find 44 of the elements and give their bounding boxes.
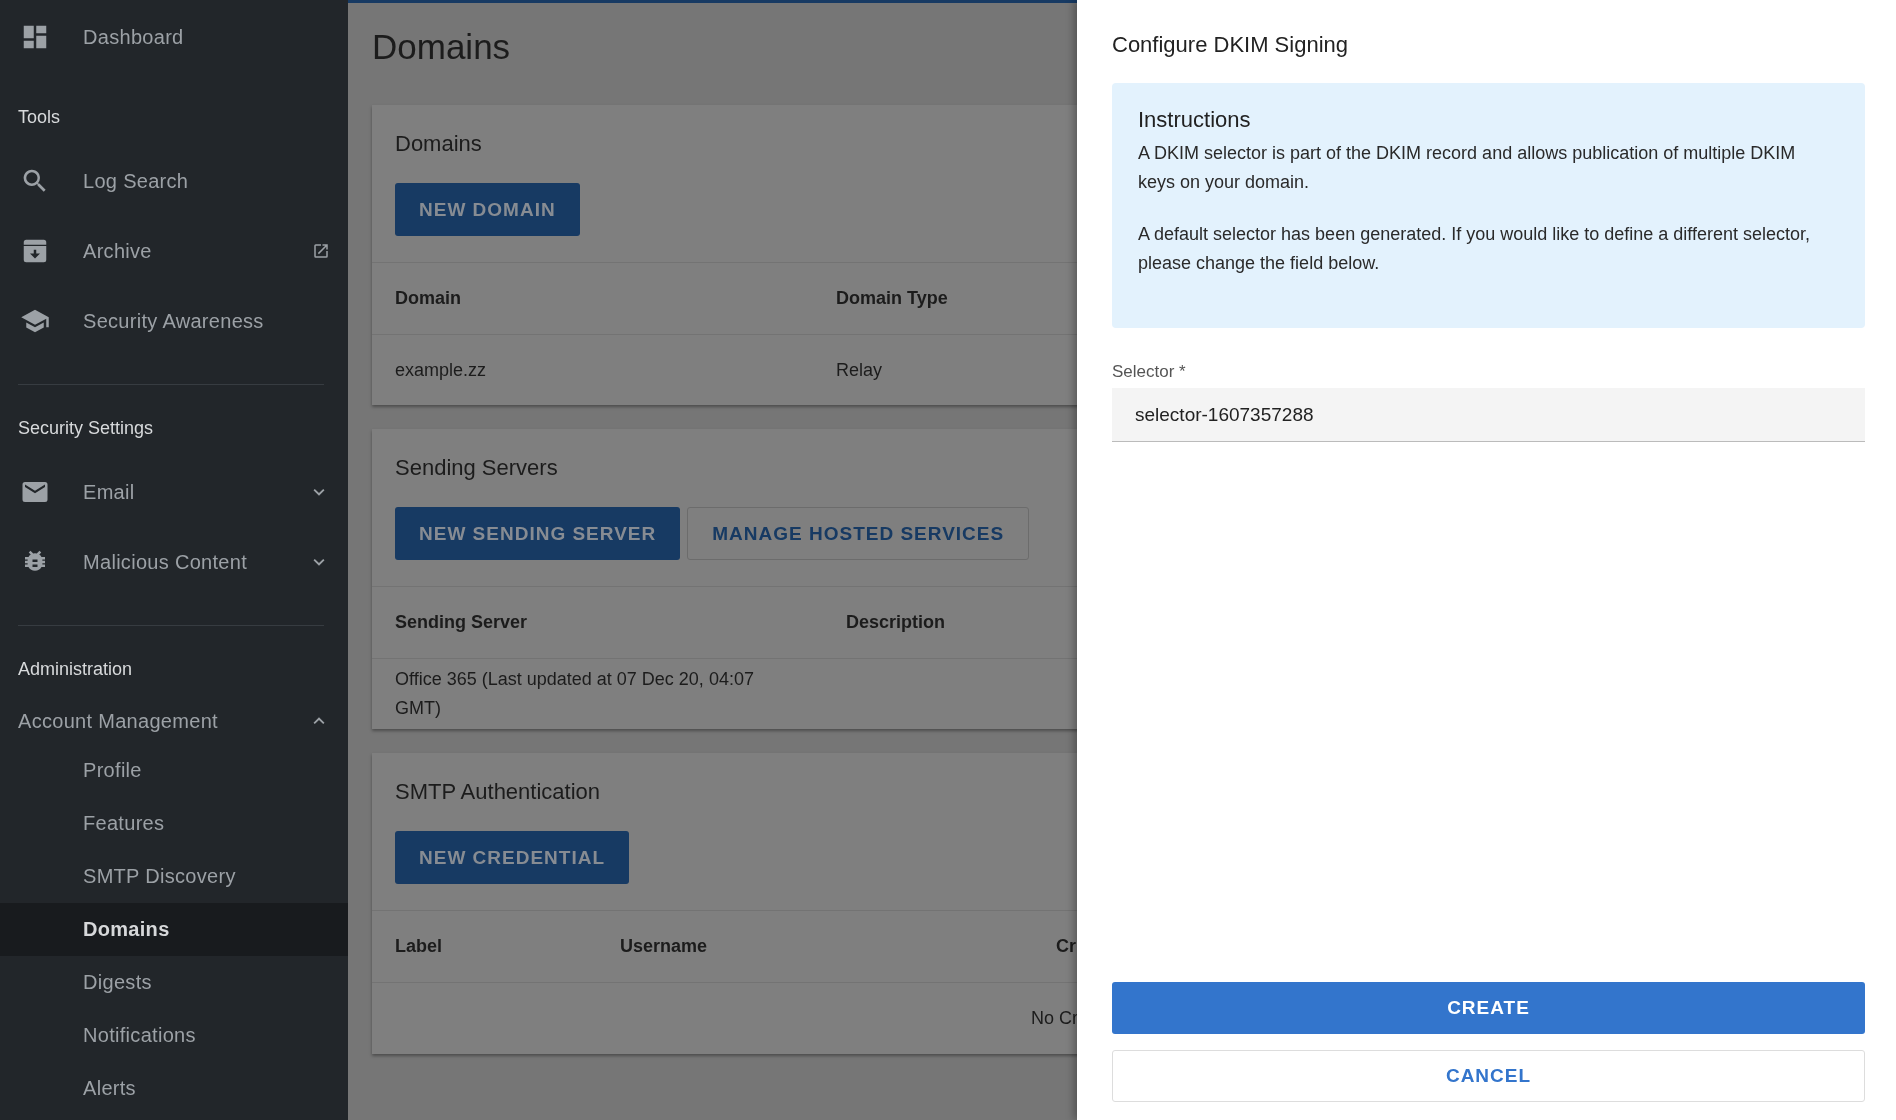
- sidebar-item[interactable]: Malicious Content: [0, 527, 348, 597]
- instructions-text: A DKIM selector is part of the DKIM record and allows publication of multiple DKIM keys on your domain.: [1138, 142, 1797, 194]
- section-heading: Security Settings: [17, 416, 155, 440]
- card-title: Sending Servers: [394, 454, 559, 482]
- column-header: Cr: [1056, 936, 1077, 957]
- column-header: Label: [395, 936, 443, 957]
- empty-message: No Cr: [1031, 1008, 1077, 1029]
- page-title: Domains: [371, 26, 512, 68]
- column-header: Description: [846, 612, 947, 633]
- external-link-icon[interactable]: [312, 242, 330, 260]
- card-title: Domains: [394, 130, 483, 158]
- table-cell-text: example.zz: [395, 358, 488, 382]
- sidebar-subitem[interactable]: Features: [0, 797, 348, 850]
- column-header: Domain Type: [836, 288, 949, 309]
- sidebar-subitem[interactable]: Domains: [0, 903, 348, 956]
- sidebar-item[interactable]: Log Search: [0, 146, 348, 216]
- selector-field[interactable]: selector-1607357288: [1112, 388, 1865, 442]
- sidebar-item[interactable]: Archive: [0, 216, 348, 286]
- sidebar-subitem[interactable]: Digests: [0, 956, 348, 1009]
- column-header: Username: [620, 936, 709, 957]
- field-label: Selector *: [1112, 362, 1187, 382]
- cancel-button[interactable]: CANCEL: [1112, 1050, 1865, 1102]
- sidebar-item[interactable]: Dashboard: [0, 0, 348, 74]
- primary-button[interactable]: NEW CREDENTIAL: [395, 831, 630, 884]
- sidebar-subitem[interactable]: Notifications: [0, 1009, 348, 1062]
- create-button[interactable]: CREATE: [1112, 982, 1865, 1034]
- sidebar-subitem[interactable]: SMTP Discovery: [0, 850, 348, 903]
- sidebar-item[interactable]: Email: [0, 457, 348, 527]
- instructions-text: A default selector has been generated. If you would like to define a different selector, please change the field below.: [1138, 223, 1812, 275]
- column-header: Domain: [395, 288, 462, 309]
- sidebar-subitem[interactable]: Alerts: [0, 1062, 348, 1115]
- primary-button[interactable]: NEW SENDING SERVER: [395, 507, 681, 560]
- instructions-title: Instructions: [1138, 107, 1252, 133]
- table-cell-text: Office 365 (Last updated at 07 Dec 20, 04:07 GMT): [395, 668, 755, 720]
- section-heading: Tools: [17, 105, 62, 129]
- sidebar-item[interactable]: Account Management: [0, 698, 348, 744]
- section-heading: Administration: [17, 657, 134, 681]
- sidebar-subitem[interactable]: Profile: [0, 744, 348, 797]
- primary-button[interactable]: NEW DOMAIN: [395, 183, 580, 236]
- card-title: SMTP Authentication: [394, 778, 602, 806]
- table-cell-text: Relay: [836, 358, 884, 382]
- drawer-title: Configure DKIM Signing: [1112, 31, 1349, 59]
- column-header: Sending Server: [395, 612, 529, 633]
- sidebar-item[interactable]: Security Awareness: [0, 286, 348, 356]
